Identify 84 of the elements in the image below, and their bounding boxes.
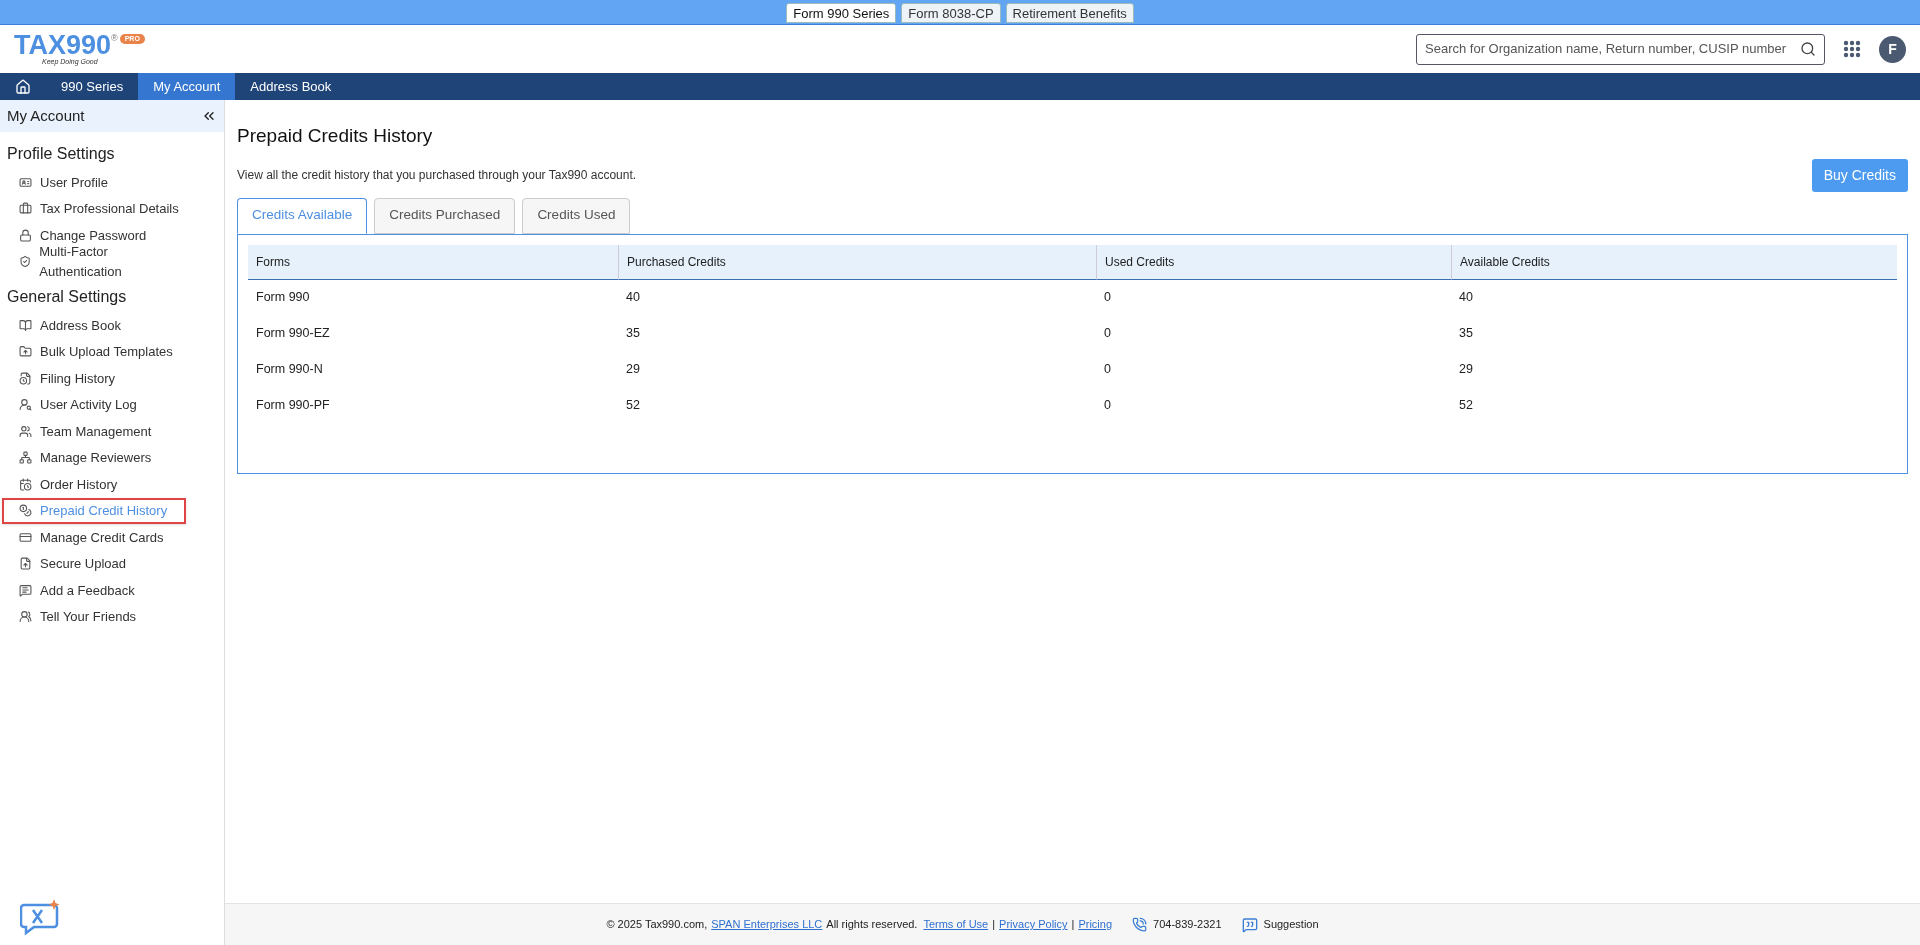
folder-icon [19,345,32,359]
registered-mark: ® [111,32,118,43]
nav-tab[interactable]: Address Book [235,73,347,100]
table-cell-text: 0 [1103,289,1112,307]
page-title: Prepaid Credits History [237,124,434,148]
table-cell-text: Form 990 [255,289,311,307]
section-heading: General Settings [6,287,128,307]
credits-tab[interactable]: Credits Used [522,197,631,234]
copyright-text: © 2025 Tax990.com, [606,917,708,933]
search-field[interactable]: Search for Organization name, Return number, CUSIP number [1416,33,1825,65]
link-separator: | [992,917,996,933]
calendar-clock-icon [19,477,32,491]
coins-icon [19,504,32,518]
sidebar-item[interactable]: Tax Professional Details [2,195,186,222]
column-header: Purchased Credits [618,244,1096,280]
link-separator: | [1071,917,1075,933]
lock-icon [19,228,32,242]
suggestion-link[interactable]: Suggestion [1263,916,1319,933]
credit-card-icon [19,530,32,544]
team-icon [19,424,32,438]
sidebar-item[interactable]: Add a Feedback [2,577,186,604]
table-cell-text: 0 [1103,325,1112,343]
phone-icon [1132,917,1148,932]
home-icon [15,78,31,95]
sidebar-item[interactable]: Filing History [2,365,186,392]
table-cell-text: Form 990-EZ [255,325,331,343]
file-clock-icon [19,371,32,385]
id-card-icon [19,175,32,189]
sidebar-item[interactable]: Address Book [2,312,186,339]
suggestion-icon[interactable] [1241,916,1258,933]
table-cell-text: 52 [625,397,641,415]
logo-text: TAX990 [14,32,112,58]
book-icon [19,318,32,332]
table-cell-text: 29 [625,361,641,379]
table-cell-text: 35 [625,325,641,343]
user-avatar[interactable]: F [1879,35,1906,63]
sidebar-item[interactable]: User Profile [2,169,186,196]
sidebar-item[interactable]: Manage Reviewers [2,444,186,471]
table-cell-text: 35 [1458,325,1474,343]
shield-icon [19,255,32,269]
column-header: Forms [248,244,618,280]
people-icon [19,610,32,624]
table-cell-text: 52 [1458,397,1474,415]
nav-tab[interactable]: 990 Series [46,73,139,100]
file-upload-icon [19,557,32,571]
column-header: Available Credits [1451,244,1897,280]
sidebar-title: My Account [7,105,85,126]
search-icon[interactable] [1800,41,1816,57]
table-cell-text: 40 [1458,289,1474,307]
page-description: View all the credit history that you purchased through your Tax990 account. [237,167,637,184]
table-cell-text: 29 [1458,361,1474,379]
footer-link[interactable]: Pricing [1078,916,1113,933]
rights-text: All rights reserved. [826,917,918,933]
company-link[interactable]: SPAN Enterprises LLC [711,916,823,933]
table-cell-text: 0 [1103,361,1112,379]
table-cell-text: Form 990-PF [255,397,331,415]
chat-assistant-icon[interactable] [20,899,62,937]
message-icon [19,583,32,597]
sidebar-item[interactable]: Team Management [2,418,186,445]
nav-tab[interactable]: My Account [138,73,236,100]
network-icon [19,451,32,465]
briefcase-icon [19,202,32,216]
footer-link[interactable]: Terms of Use [923,916,989,933]
table-cell-text: Form 990-N [255,361,324,379]
section-heading: Profile Settings [6,144,116,164]
sidebar-item[interactable]: User Activity Log [2,391,186,418]
phone-number: 704-839-2321 [1153,917,1222,933]
sidebar-item[interactable]: Multi-Factor Authentication [2,248,186,275]
sidebar-item[interactable]: Bulk Upload Templates [2,338,186,365]
user-search-icon [19,398,32,412]
sidebar-item[interactable]: Manage Credit Cards [2,524,186,551]
credits-tab[interactable]: Credits Available [237,197,368,234]
sidebar-item[interactable]: Order History [2,471,186,498]
product-tab[interactable]: Retirement Benefits [1005,3,1134,23]
apps-grid-icon[interactable] [1843,40,1861,58]
footer-link[interactable]: Privacy Policy [999,916,1068,933]
product-tab[interactable]: Form 990 Series [786,3,897,23]
product-tab[interactable]: Form 8038-CP [901,3,1001,23]
table-cell-text: 40 [625,289,641,307]
sidebar-item[interactable]: Secure Upload [2,550,186,577]
column-header: Used Credits [1096,244,1451,280]
credits-tab[interactable]: Credits Purchased [374,197,516,234]
sidebar-item[interactable]: Tell Your Friends [2,603,186,630]
table-cell-text: 0 [1103,397,1112,415]
